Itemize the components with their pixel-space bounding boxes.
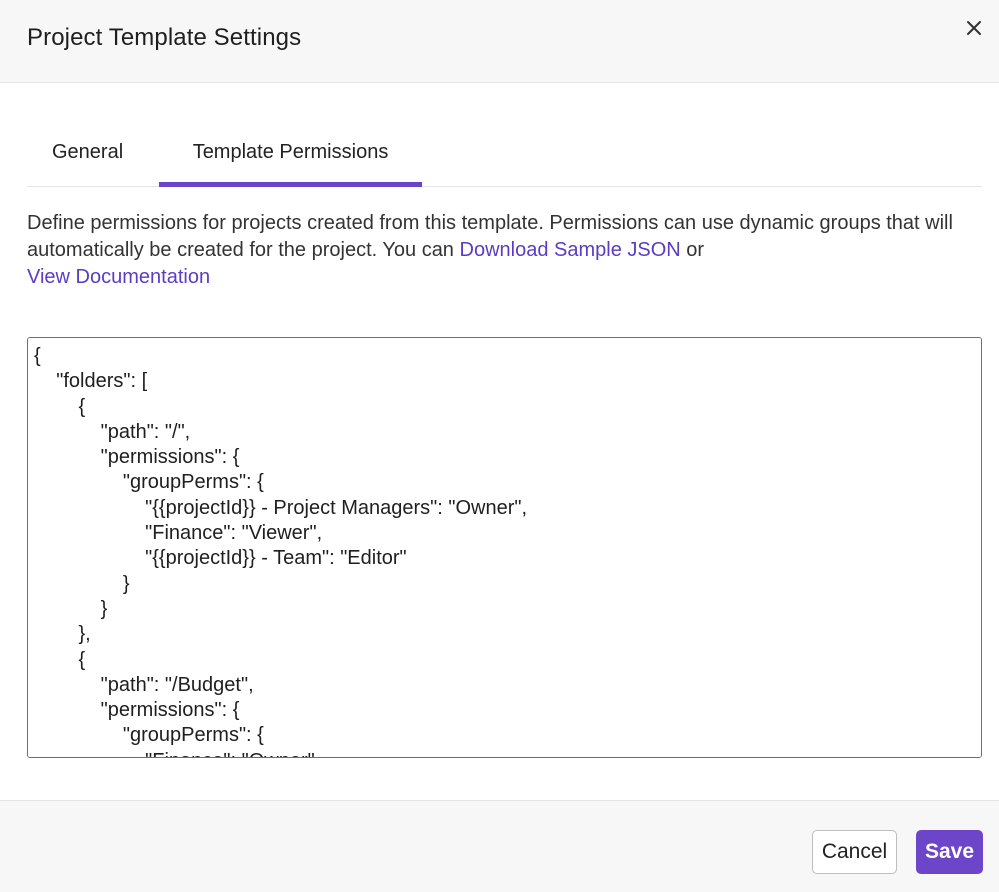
tab-general[interactable]: General xyxy=(27,118,153,186)
cancel-button[interactable]: Cancel xyxy=(812,830,897,874)
dialog-title: Project Template Settings xyxy=(27,24,302,51)
close-button[interactable] xyxy=(959,14,989,44)
permissions-json-input[interactable] xyxy=(28,338,981,757)
active-tab-indicator xyxy=(159,182,422,187)
permissions-json-editor xyxy=(27,337,982,758)
description-connector: or xyxy=(680,239,705,261)
permissions-description: Define permissions for projects created … xyxy=(27,210,977,291)
close-icon[interactable] xyxy=(966,20,982,39)
view-documentation-link[interactable]: View Documentation xyxy=(27,266,210,288)
project-template-settings-dialog: Project Template Settings General Templa… xyxy=(0,0,999,892)
tab-template-permissions[interactable]: Template Permissions xyxy=(159,118,422,186)
save-button[interactable]: Save xyxy=(916,830,983,874)
dialog-header: Project Template Settings xyxy=(0,0,999,83)
download-sample-json-link[interactable]: Download Sample JSON xyxy=(460,239,681,261)
dialog-footer: Cancel Save xyxy=(0,800,999,892)
tab-bar: General Template Permissions xyxy=(27,118,982,187)
